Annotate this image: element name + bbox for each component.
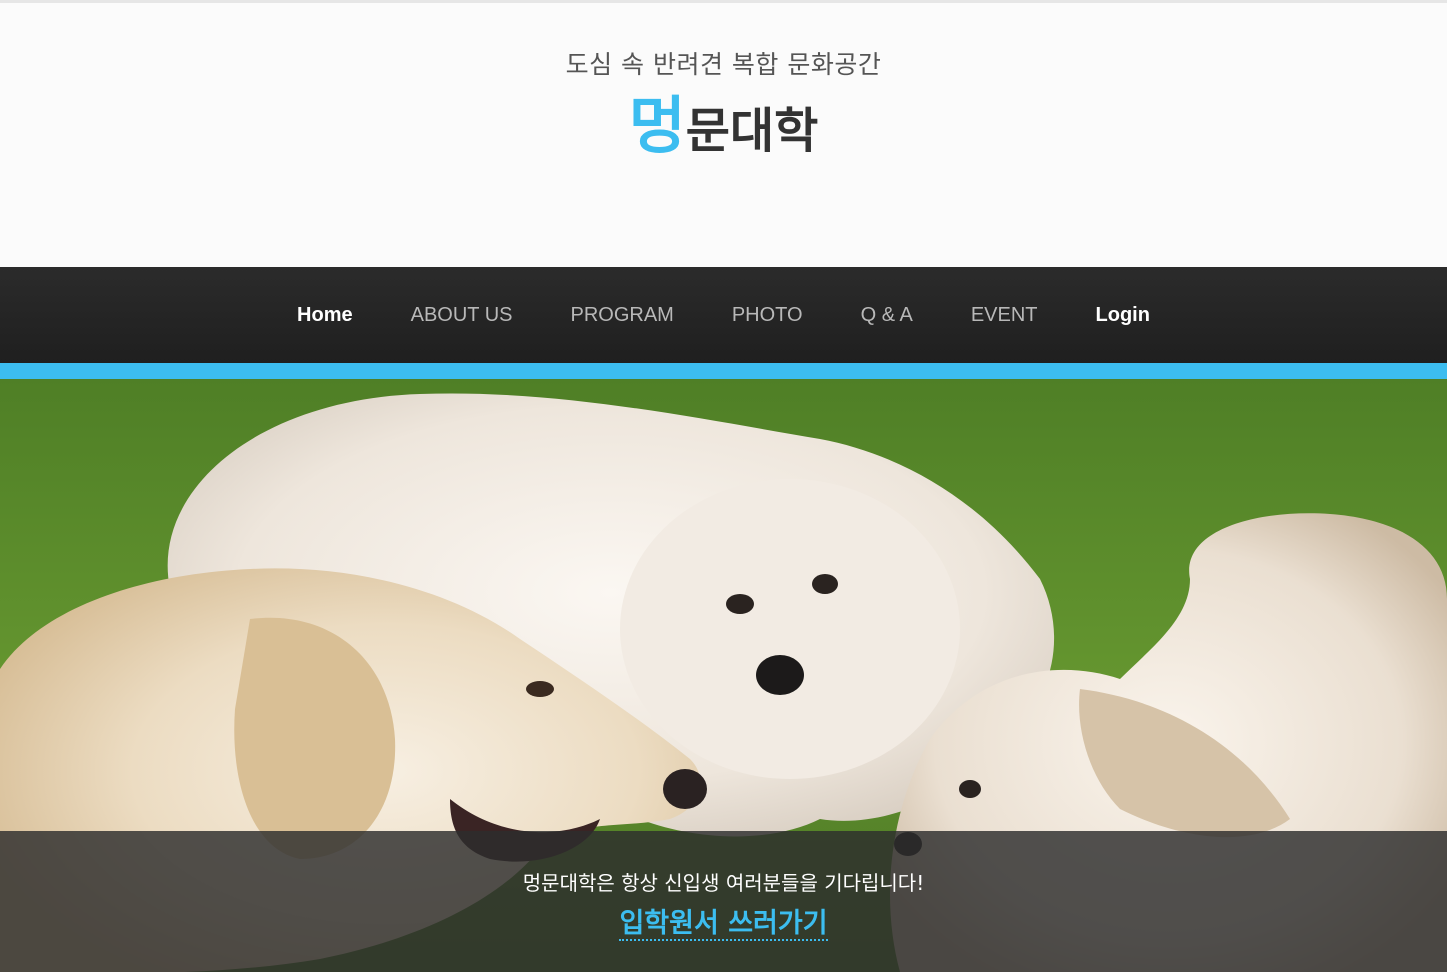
white-dog-eye-right [812, 574, 838, 594]
site-tagline: 도심 속 반려견 복합 문화공간 [565, 50, 882, 79]
nav-item-about-us[interactable]: ABOUT US [411, 304, 513, 327]
nav-item-home[interactable]: Home [297, 304, 353, 327]
nav-item-photo[interactable]: PHOTO [732, 304, 803, 327]
main-nav: Home ABOUT US PROGRAM PHOTO Q & A EVENT … [0, 267, 1447, 363]
logo-text: 문대학 [685, 103, 819, 159]
logo-accent-char: 멍 [628, 89, 686, 162]
caption-text: 멍문대학은 항상 신입생 여러분들을 기다립니다! [522, 871, 925, 895]
small-dog-eye [959, 780, 981, 798]
nav-item-login[interactable]: Login [1096, 304, 1150, 327]
white-dog-head [620, 479, 960, 779]
golden-dog-eye [526, 681, 554, 697]
hero-caption: 멍문대학은 항상 신입생 여러분들을 기다립니다! 입학원서 쓰러가기 [0, 831, 1447, 972]
cta-container: 입학원서 쓰러가기 [0, 901, 1447, 941]
nav-item-program[interactable]: PROGRAM [570, 304, 673, 327]
nav-item-event[interactable]: EVENT [971, 304, 1038, 327]
golden-dog-nose [663, 769, 707, 809]
accent-divider [0, 363, 1447, 379]
white-dog-eye-left [726, 594, 754, 614]
white-dog-nose [756, 655, 804, 695]
site-logo[interactable]: 멍문대학 [0, 95, 1447, 157]
hero-banner: 멍문대학은 항상 신입생 여러분들을 기다립니다! 입학원서 쓰러가기 [0, 379, 1447, 972]
nav-list: Home ABOUT US PROGRAM PHOTO Q & A EVENT … [0, 267, 1447, 363]
site-header: 도심 속 반려견 복합 문화공간 멍문대학 [0, 0, 1447, 267]
nav-item-qna[interactable]: Q & A [861, 304, 913, 327]
apply-link[interactable]: 입학원서 쓰러가기 [619, 908, 828, 941]
